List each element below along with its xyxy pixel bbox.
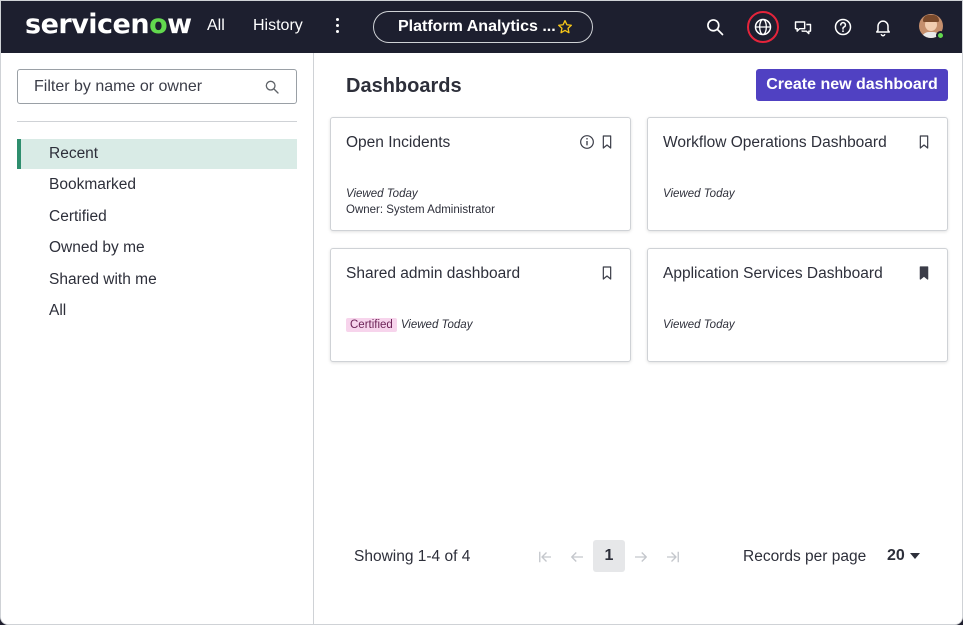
help-icon[interactable]: [833, 17, 853, 37]
presence-indicator: [936, 31, 945, 40]
chevron-down-icon[interactable]: [910, 553, 920, 559]
app-context-pill[interactable]: Platform Analytics ...: [373, 11, 593, 43]
owner-label: Owner: System Administrator: [346, 204, 495, 216]
page-title: Dashboards: [346, 75, 462, 97]
servicenow-logo[interactable]: servicenow: [25, 9, 192, 40]
sidebar: Recent Bookmarked Certified Owned by me …: [1, 53, 314, 624]
card-title: Application Services Dashboard: [663, 265, 883, 282]
records-per-page-select[interactable]: 20: [887, 547, 905, 565]
nav-all[interactable]: All: [207, 17, 225, 35]
bookmark-icon[interactable]: [916, 134, 932, 150]
sidebar-item-shared-with-me[interactable]: Shared with me: [17, 265, 297, 295]
dashboard-card-open-incidents[interactable]: Open Incidents Viewed Today Owner: Syste…: [330, 117, 631, 231]
card-meta: Certified Viewed Today: [346, 315, 472, 333]
last-page-icon[interactable]: [664, 548, 682, 566]
current-page-button[interactable]: 1: [593, 540, 625, 572]
sidebar-divider: [17, 121, 297, 122]
dashboard-card-shared-admin[interactable]: Shared admin dashboard Certified Viewed T…: [330, 248, 631, 362]
next-page-icon[interactable]: [632, 548, 650, 566]
more-menu-icon[interactable]: [331, 15, 343, 39]
bookmark-filled-icon[interactable]: [916, 265, 932, 281]
prev-page-icon[interactable]: [568, 548, 586, 566]
viewed-label: Viewed Today: [346, 188, 418, 200]
search-icon[interactable]: [264, 79, 280, 95]
viewed-label: Viewed Today: [663, 319, 735, 331]
certified-badge: Certified: [346, 318, 397, 332]
card-meta: Viewed Today: [663, 184, 735, 202]
info-icon[interactable]: [579, 134, 595, 150]
app-context-label: Platform Analytics ...: [398, 18, 556, 35]
dashboard-card-workflow-operations[interactable]: Workflow Operations Dashboard Viewed Tod…: [647, 117, 948, 231]
bookmark-icon[interactable]: [599, 134, 615, 150]
bell-icon[interactable]: [873, 17, 893, 37]
sidebar-item-recent[interactable]: Recent: [17, 139, 297, 169]
dashboard-card-application-services[interactable]: Application Services Dashboard Viewed To…: [647, 248, 948, 362]
sidebar-item-bookmarked[interactable]: Bookmarked: [17, 170, 297, 200]
chat-icon[interactable]: [793, 17, 813, 37]
first-page-icon[interactable]: [536, 548, 554, 566]
card-title: Shared admin dashboard: [346, 265, 521, 282]
create-dashboard-button[interactable]: Create new dashboard: [756, 69, 948, 101]
card-meta: Viewed Today: [346, 184, 418, 202]
card-meta: Viewed Today: [663, 315, 735, 333]
app-window: servicenow All History Platform Analytic…: [0, 0, 963, 625]
sidebar-item-owned-by-me[interactable]: Owned by me: [17, 233, 297, 263]
sidebar-item-all[interactable]: All: [17, 296, 297, 326]
filter-field: [17, 69, 297, 104]
globe-icon[interactable]: [753, 17, 773, 37]
viewed-label: Viewed Today: [400, 319, 473, 331]
card-title: Workflow Operations Dashboard: [663, 134, 887, 151]
records-per-page-label: Records per page: [743, 548, 867, 565]
sidebar-item-certified[interactable]: Certified: [17, 202, 297, 232]
star-icon[interactable]: [557, 19, 573, 35]
top-header: servicenow All History Platform Analytic…: [1, 1, 962, 53]
card-title: Open Incidents: [346, 134, 451, 151]
nav-history[interactable]: History: [253, 17, 303, 35]
bookmark-icon[interactable]: [599, 265, 615, 281]
showing-count: Showing 1-4 of 4: [354, 548, 471, 565]
viewed-label: Viewed Today: [663, 188, 735, 200]
main-content: Dashboards Create new dashboard Open Inc…: [315, 53, 962, 624]
search-icon[interactable]: [705, 17, 725, 37]
filter-input[interactable]: [19, 71, 259, 102]
